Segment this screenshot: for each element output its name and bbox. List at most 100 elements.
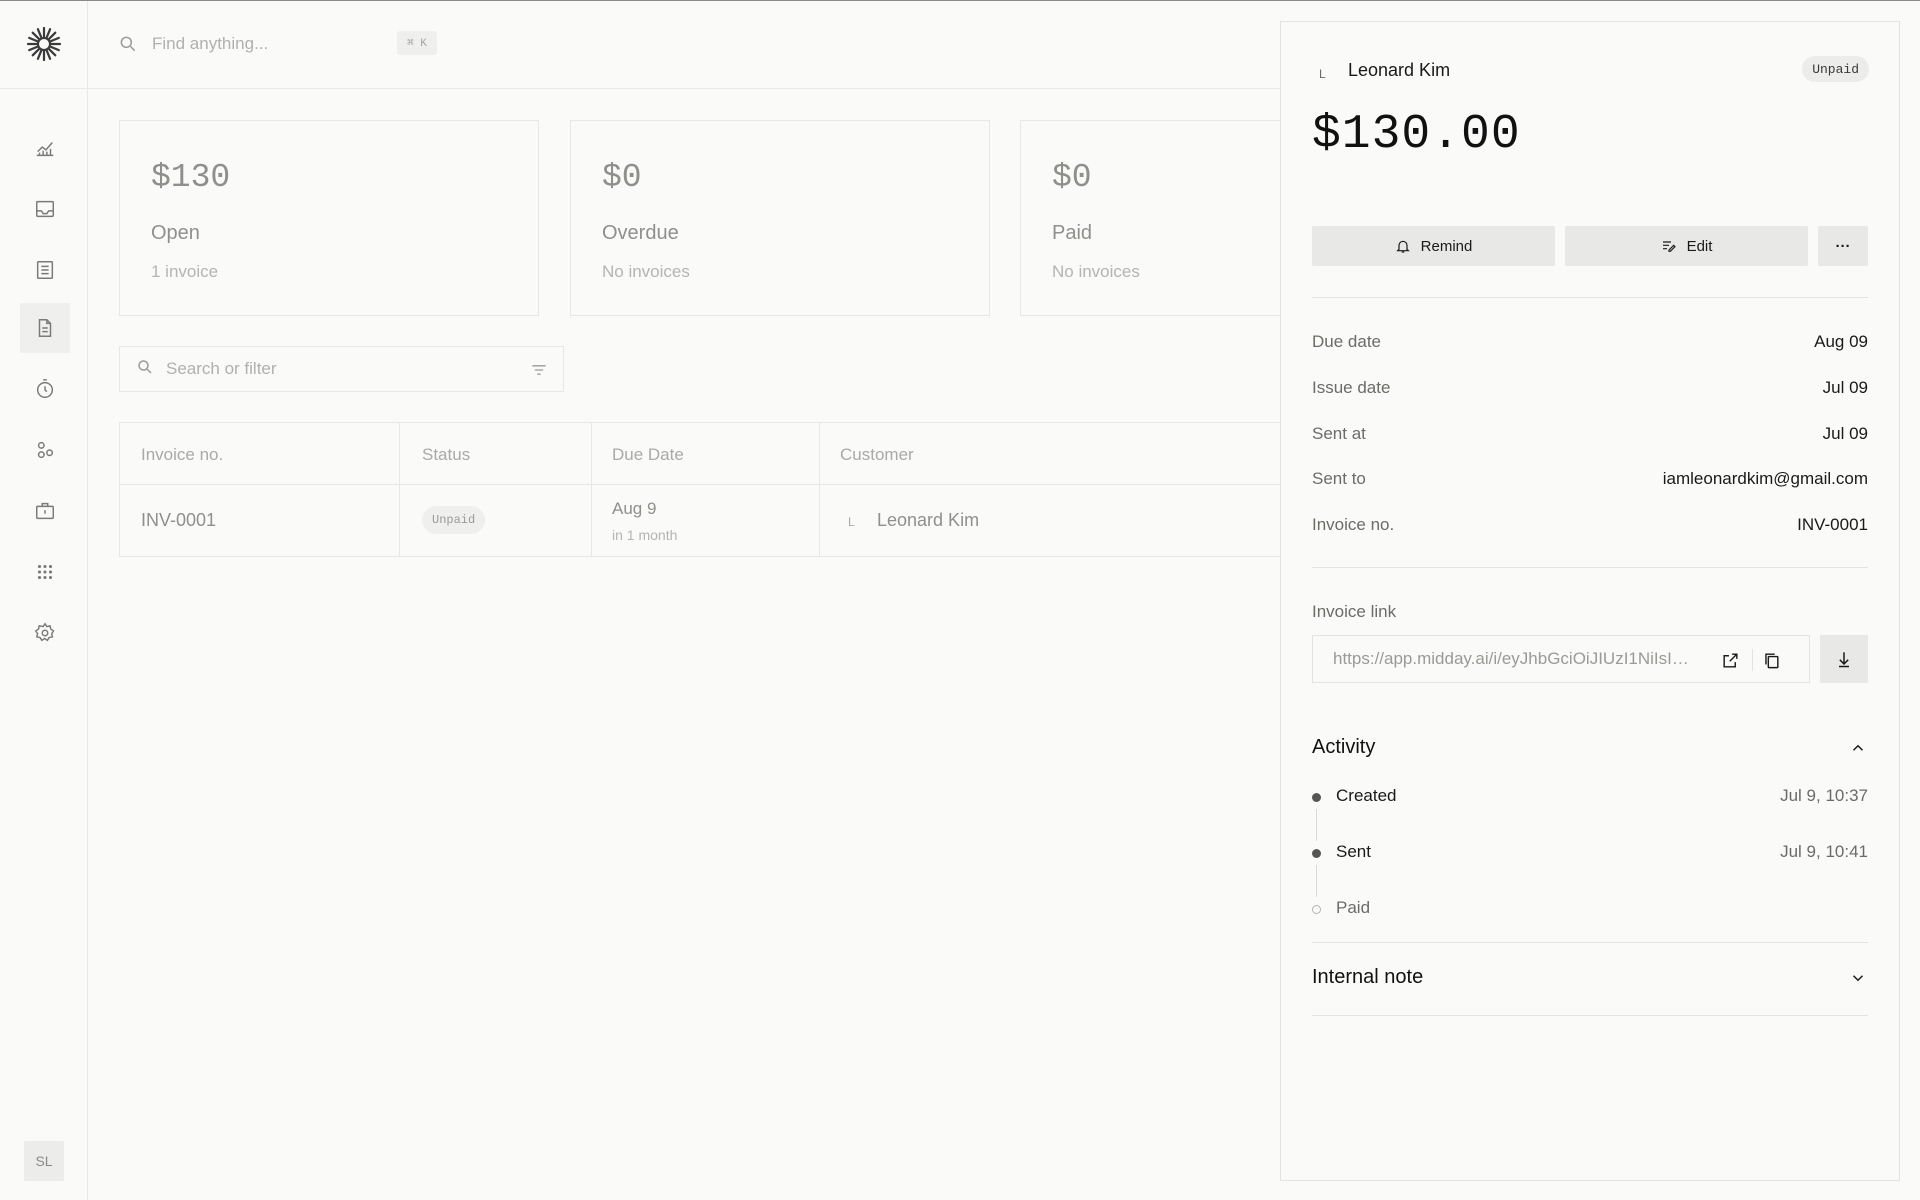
invoice-amount: $130.00	[1312, 108, 1521, 162]
customer-avatar: L	[848, 515, 855, 529]
detail-key: Due date	[1312, 332, 1381, 351]
detail-invoice-no: Invoice no. INV-0001	[1312, 515, 1868, 539]
remind-button[interactable]: Remind	[1312, 226, 1555, 266]
global-search[interactable]: Find anything...	[118, 29, 268, 59]
download-icon	[1839, 652, 1849, 668]
download-button[interactable]	[1820, 635, 1868, 683]
divider	[1312, 942, 1868, 943]
invoice-link-field[interactable]: https://app.midday.ai/i/eyJhbGciOiJIUzI1…	[1312, 635, 1810, 683]
stat-amount: $0	[602, 159, 642, 196]
row-customer: Leonard Kim	[877, 510, 980, 530]
nav-settings[interactable]	[20, 608, 70, 658]
stat-amount: $130	[151, 159, 231, 196]
nav-tracker[interactable]	[20, 364, 70, 414]
nav-inbox[interactable]	[20, 184, 70, 234]
divider	[1752, 649, 1753, 671]
col-customer[interactable]: Customer	[840, 445, 914, 465]
activity-dot	[1312, 905, 1321, 914]
stat-label: Open	[151, 222, 200, 244]
col-status[interactable]: Status	[422, 445, 470, 465]
row-due-relative: in 1 month	[612, 527, 678, 543]
shortcut-hint: ⌘ K	[397, 31, 437, 55]
nav-invoices[interactable]	[20, 303, 70, 353]
nav-customers[interactable]	[20, 425, 70, 475]
activity-item-created: Created Jul 9, 10:37	[1312, 786, 1868, 810]
edit-icon	[1662, 241, 1676, 252]
sidebar-divider	[0, 88, 88, 89]
table-header: Invoice no. Status Due Date Customer	[120, 423, 1280, 485]
col-due-date[interactable]: Due Date	[612, 445, 684, 465]
tracker-icon	[36, 379, 54, 398]
settings-icon	[34, 622, 55, 642]
divider	[1312, 1015, 1868, 1016]
invoice-icon	[38, 319, 52, 337]
activity-dot	[1312, 849, 1321, 858]
divider	[1312, 567, 1868, 568]
chart-icon	[36, 142, 54, 157]
edit-button[interactable]: Edit	[1565, 226, 1808, 266]
inbox-icon	[36, 200, 54, 218]
stat-sub: No invoices	[602, 262, 690, 281]
stat-sub: 1 invoice	[151, 262, 219, 281]
stat-card-overdue[interactable]: $0 Overdue No invoices	[570, 120, 990, 316]
activity-title[interactable]: Activity	[1312, 736, 1375, 759]
detail-sent-at: Sent at Jul 09	[1312, 424, 1868, 448]
more-actions-button[interactable]: ···	[1818, 226, 1868, 266]
logo-icon[interactable]	[25, 25, 63, 63]
customer-name: Leonard Kim	[1348, 60, 1451, 80]
detail-issue-date: Issue date Jul 09	[1312, 378, 1868, 402]
internal-note-title[interactable]: Internal note	[1312, 966, 1423, 989]
transactions-icon	[36, 261, 54, 279]
table-row[interactable]: INV-0001 Unpaid Aug 9 in 1 month L Leona…	[120, 485, 1280, 557]
activity-name: Created	[1336, 786, 1397, 805]
activity-dot	[1312, 793, 1321, 802]
stat-label: Paid	[1052, 222, 1093, 244]
detail-value: Aug 09	[1814, 332, 1868, 351]
row-invoice-no: INV-0001	[141, 510, 217, 530]
nav-overview[interactable]	[20, 123, 70, 173]
divider	[1312, 297, 1868, 298]
detail-key: Sent to	[1312, 469, 1366, 488]
stat-label: Overdue	[602, 222, 679, 244]
stat-card-paid[interactable]: $0 Paid No invoices	[1020, 120, 1280, 316]
search-icon	[136, 358, 154, 381]
global-search-placeholder: Find anything...	[152, 34, 269, 53]
chevron-down-icon[interactable]	[1849, 969, 1867, 987]
status-badge: Unpaid	[422, 506, 486, 534]
remind-label: Remind	[1420, 237, 1473, 255]
activity-time: Jul 9, 10:41	[1780, 842, 1868, 861]
detail-key: Issue date	[1312, 378, 1391, 397]
user-avatar[interactable]: SL	[24, 1141, 64, 1181]
invoice-link-url[interactable]: https://app.midday.ai/i/eyJhbGciOiJIUzI1…	[1333, 649, 1695, 669]
activity-connector	[1316, 865, 1317, 897]
filter-icon[interactable]	[529, 360, 549, 385]
activity-connector	[1316, 809, 1317, 841]
detail-sent-to: Sent to iamleonardkim@gmail.com	[1312, 469, 1868, 493]
activity-item-sent: Sent Jul 9, 10:41	[1312, 842, 1868, 866]
nav-transactions[interactable]	[20, 245, 70, 295]
apps-icon	[37, 564, 53, 580]
open-link-icon[interactable]	[1719, 649, 1741, 671]
invoice-link-label: Invoice link	[1312, 602, 1397, 621]
chevron-up-icon[interactable]	[1849, 739, 1867, 757]
row-due-date: Aug 9	[612, 499, 657, 518]
bell-icon	[1395, 240, 1410, 253]
sidebar: SL	[0, 1, 88, 1200]
edit-label: Edit	[1686, 237, 1713, 255]
filter-placeholder: Search or filter	[166, 359, 277, 378]
detail-value: Jul 09	[1822, 424, 1868, 443]
topbar-divider	[88, 88, 1280, 89]
copy-icon[interactable]	[1760, 649, 1782, 671]
status-badge: Unpaid	[1802, 56, 1869, 82]
stat-card-open[interactable]: $130 Open 1 invoice	[119, 120, 539, 316]
activity-time: Jul 9, 10:37	[1780, 786, 1868, 805]
nav-apps[interactable]	[20, 547, 70, 597]
vault-icon	[36, 502, 54, 520]
stat-amount: $0	[1052, 159, 1092, 196]
detail-value[interactable]: iamleonardkim@gmail.com	[1663, 469, 1868, 489]
nav-vault[interactable]	[20, 486, 70, 536]
activity-item-paid: Paid	[1312, 898, 1868, 922]
detail-value: Jul 09	[1822, 378, 1868, 397]
col-invoice-no[interactable]: Invoice no.	[141, 445, 223, 465]
invoice-filter-input[interactable]: Search or filter	[119, 346, 564, 392]
